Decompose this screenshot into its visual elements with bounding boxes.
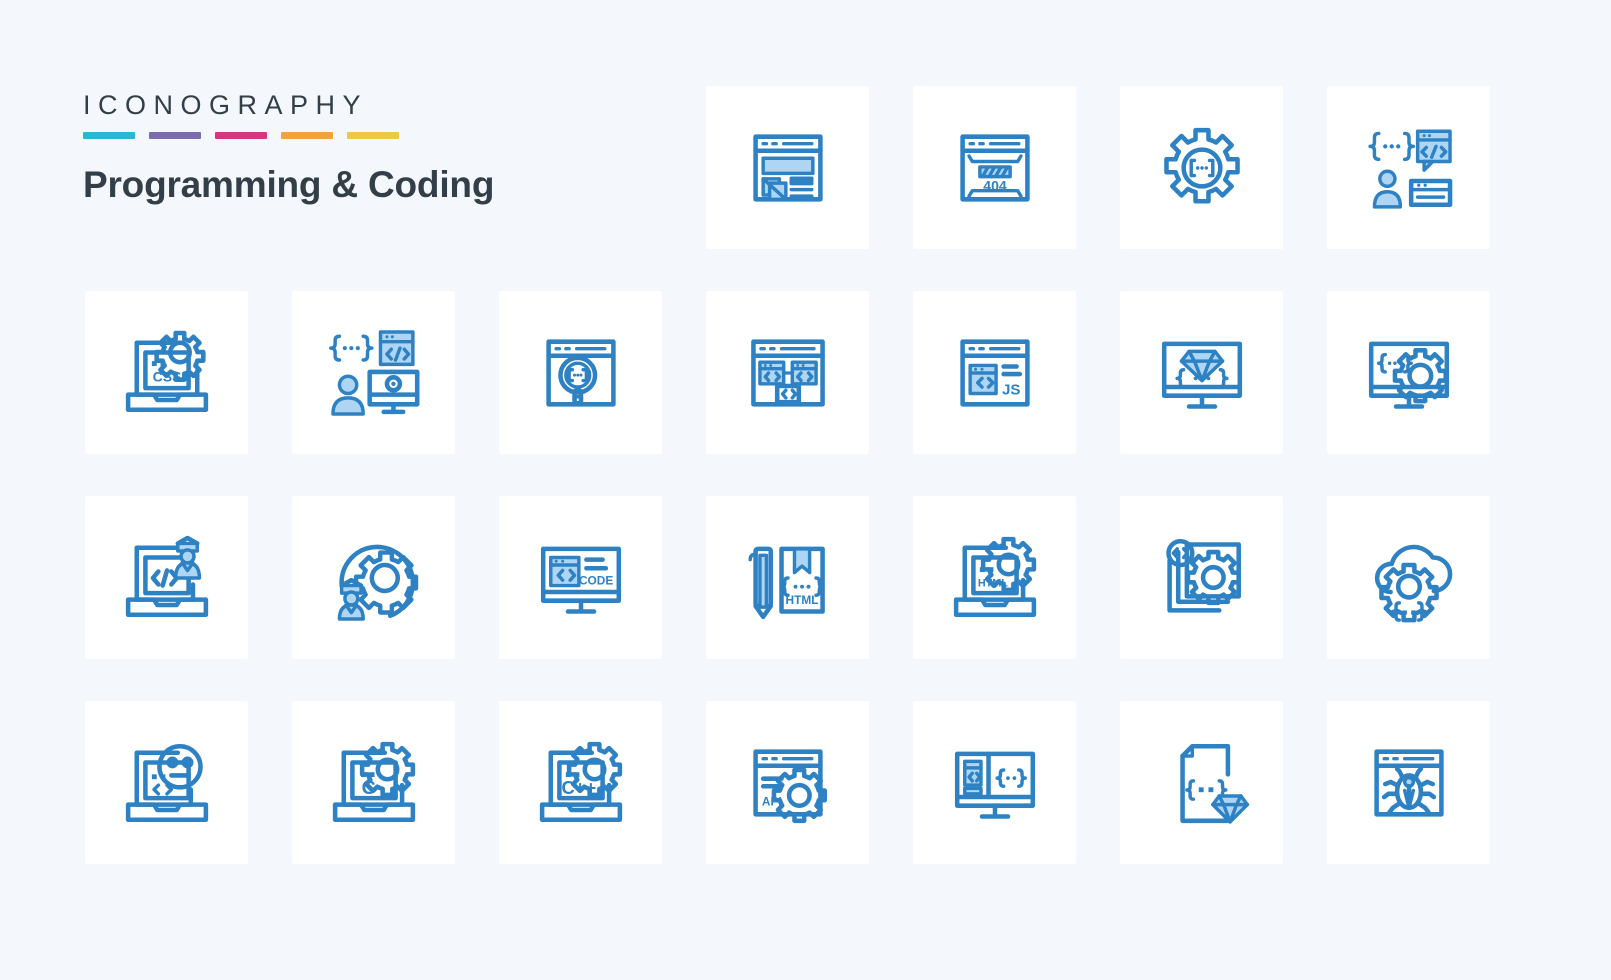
icon-tile-c-language-laptop-gear[interactable]: C: [292, 701, 455, 864]
cloud-gear-code-icon: [1374, 544, 1452, 622]
icon-tile-file-code-diamond[interactable]: [1120, 701, 1283, 864]
laptop-code-emoji-icon: [125, 743, 208, 822]
monitor-diamond-code-icon: [1161, 341, 1242, 409]
browser-code-modules-icon: [750, 338, 825, 407]
icon-tile-monitor-split-code[interactable]: [913, 701, 1076, 864]
icon-tile-browser-code-modules[interactable]: [706, 291, 869, 454]
icon-tile-javascript-browser[interactable]: JS: [913, 291, 1076, 454]
file-code-diamond-icon: [1179, 743, 1249, 824]
icon-tile-html-laptop-gear[interactable]: HTML: [913, 496, 1076, 659]
icon-tile-developer-chat-code[interactable]: [1327, 86, 1490, 249]
empty-slot: [292, 86, 455, 249]
icon-tile-code-files-gear[interactable]: [1120, 496, 1283, 659]
monitor-code-gear-icon: [1368, 341, 1449, 409]
code-label-text: CODE: [578, 573, 612, 587]
icon-grid: 404 CSS JS CODE HTML HTML C C++ API: [85, 86, 1530, 864]
js-label-text: JS: [1001, 381, 1019, 398]
empty-slot: [499, 86, 662, 249]
icon-tile-gear-code-settings[interactable]: [1120, 86, 1283, 249]
icon-tile-developer-gear-cycle[interactable]: [292, 496, 455, 659]
c-language-laptop-gear-icon: C: [332, 741, 415, 822]
gear-code-settings-icon: [1163, 127, 1240, 204]
developer-monitor-code-icon: [328, 329, 419, 416]
developer-chat-code-icon: [1367, 129, 1452, 209]
monitor-split-code-icon: [954, 751, 1035, 819]
html-laptop-gear-icon: HTML: [953, 536, 1036, 617]
icon-tile-monitor-diamond-code[interactable]: [1120, 291, 1283, 454]
icon-tile-api-browser-gear[interactable]: API: [706, 701, 869, 864]
browser-bug-debug-icon: [1373, 748, 1444, 817]
error-404-browser-icon: 404: [959, 133, 1030, 202]
html-doc-label-text: HTML: [785, 592, 818, 606]
icon-tile-laptop-code-emoji[interactable]: [85, 701, 248, 864]
javascript-browser-icon: JS: [959, 338, 1030, 407]
icon-tile-developer-monitor-code[interactable]: [292, 291, 455, 454]
html-document-pencil-icon: HTML: [747, 546, 825, 619]
api-browser-gear-icon: API: [752, 748, 827, 823]
icon-tile-monitor-code-label[interactable]: CODE: [499, 496, 662, 659]
icon-tile-monitor-code-gear[interactable]: [1327, 291, 1490, 454]
monitor-code-label-icon: CODE: [540, 546, 621, 614]
icon-tile-error-404[interactable]: 404: [913, 86, 1076, 249]
web-layout-design-icon: [752, 133, 823, 202]
icon-tile-browser-code-search[interactable]: [499, 291, 662, 454]
css-laptop-gear-icon: CSS: [125, 330, 208, 412]
icon-tile-web-layout-design[interactable]: [706, 86, 869, 249]
icon-tile-cpp-language-laptop-gear[interactable]: C++: [499, 701, 662, 864]
laptop-code-developer-icon: [125, 535, 208, 617]
icon-tile-cloud-gear-code[interactable]: [1327, 496, 1490, 659]
cpp-language-laptop-gear-icon: C++: [539, 741, 622, 822]
icon-tile-browser-bug-debug[interactable]: [1327, 701, 1490, 864]
icon-tile-html-document-pencil[interactable]: HTML: [706, 496, 869, 659]
browser-code-search-icon: [545, 338, 616, 407]
developer-gear-cycle-icon: [337, 544, 418, 621]
code-files-gear-icon: [1165, 538, 1241, 613]
empty-slot: [85, 86, 248, 249]
icon-tile-css-laptop-gear[interactable]: CSS: [85, 291, 248, 454]
icon-tile-laptop-code-developer[interactable]: [85, 496, 248, 659]
